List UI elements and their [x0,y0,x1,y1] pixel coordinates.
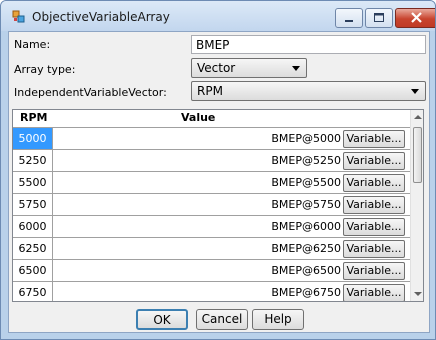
array-type-dropdown[interactable]: Vector [191,58,307,78]
cell-rpm[interactable]: 5000 [13,128,53,149]
cell-rpm[interactable]: 6000 [13,216,53,237]
cell-rpm[interactable]: 6250 [13,238,53,259]
column-header-rpm[interactable]: RPM [20,111,47,124]
cell-rpm[interactable]: 5250 [13,150,53,171]
cell-value[interactable]: BMEP@6750 [53,282,341,301]
cell-value[interactable]: BMEP@6000 [53,216,341,237]
table-row[interactable]: 6250 BMEP@6250 Variable... [13,238,411,260]
data-grid[interactable]: RPM Value 5000 BMEP@5000 Variable... 5250 BM… [12,109,424,302]
table-row[interactable]: 5000 BMEP@5000 Variable... [13,128,411,150]
window-title: ObjectiveVariableArray [32,10,170,24]
dropdown-arrow-icon [292,66,300,71]
array-type-label: Array type: [14,63,76,76]
independent-variable-vector-dropdown[interactable]: RPM [191,81,426,101]
ok-button[interactable]: OK [136,309,188,330]
column-header-value[interactable]: Value [181,111,215,124]
table-row[interactable]: 6750 BMEP@6750 Variable... [13,282,411,301]
table-row[interactable]: 5750 BMEP@5750 Variable... [13,194,411,216]
cell-rpm[interactable]: 5500 [13,172,53,193]
maximize-icon [374,13,384,22]
variable-button[interactable]: Variable... [343,262,405,280]
variable-button[interactable]: Variable... [343,240,405,258]
title-bar[interactable]: ObjectiveVariableArray [1,1,435,31]
table-row[interactable]: 6500 BMEP@6500 Variable... [13,260,411,282]
cell-value[interactable]: BMEP@6250 [53,238,341,259]
cell-value[interactable]: BMEP@5500 [53,172,341,193]
scroll-down-icon[interactable] [414,292,422,296]
cell-value[interactable]: BMEP@5250 [53,150,341,171]
minimize-icon [345,20,353,22]
cell-value[interactable]: BMEP@5750 [53,194,341,215]
array-type-value: Vector [197,61,236,75]
dialog-window: ObjectiveVariableArray Name: BMEP Array … [0,0,436,340]
cell-rpm[interactable]: 6500 [13,260,53,281]
cell-rpm[interactable]: 5750 [13,194,53,215]
variable-button[interactable]: Variable... [343,130,405,148]
cell-value[interactable]: BMEP@6500 [53,260,341,281]
table-row[interactable]: 5500 BMEP@5500 Variable... [13,172,411,194]
maximize-button[interactable] [365,8,393,28]
name-label: Name: [14,38,51,51]
cancel-button[interactable]: Cancel [196,309,248,330]
table-row[interactable]: 5250 BMEP@5250 Variable... [13,150,411,172]
variable-button[interactable]: Variable... [343,196,405,214]
variable-button[interactable]: Variable... [343,218,405,236]
dialog-client-area: Name: BMEP Array type: Vector Independen… [8,31,430,333]
app-icon [12,10,25,23]
variable-button[interactable]: Variable... [343,284,405,301]
variable-button[interactable]: Variable... [343,174,405,192]
vertical-scrollbar[interactable] [410,110,423,301]
name-field[interactable]: BMEP [191,35,426,54]
grid-header: RPM Value [13,110,411,128]
help-button[interactable]: Help [252,309,304,330]
scroll-up-icon[interactable] [414,115,422,119]
variable-button[interactable]: Variable... [343,152,405,170]
table-row[interactable]: 6000 BMEP@6000 Variable... [13,216,411,238]
cell-rpm[interactable]: 6750 [13,282,53,301]
independent-variable-vector-value: RPM [197,84,223,98]
minimize-button[interactable] [335,8,363,28]
close-button[interactable] [395,8,435,28]
scrollbar-thumb[interactable] [413,127,422,183]
independent-variable-vector-label: IndependentVariableVector: [14,86,167,99]
dropdown-arrow-icon [411,89,419,94]
close-icon [411,12,422,23]
cell-value[interactable]: BMEP@5000 [53,128,341,149]
